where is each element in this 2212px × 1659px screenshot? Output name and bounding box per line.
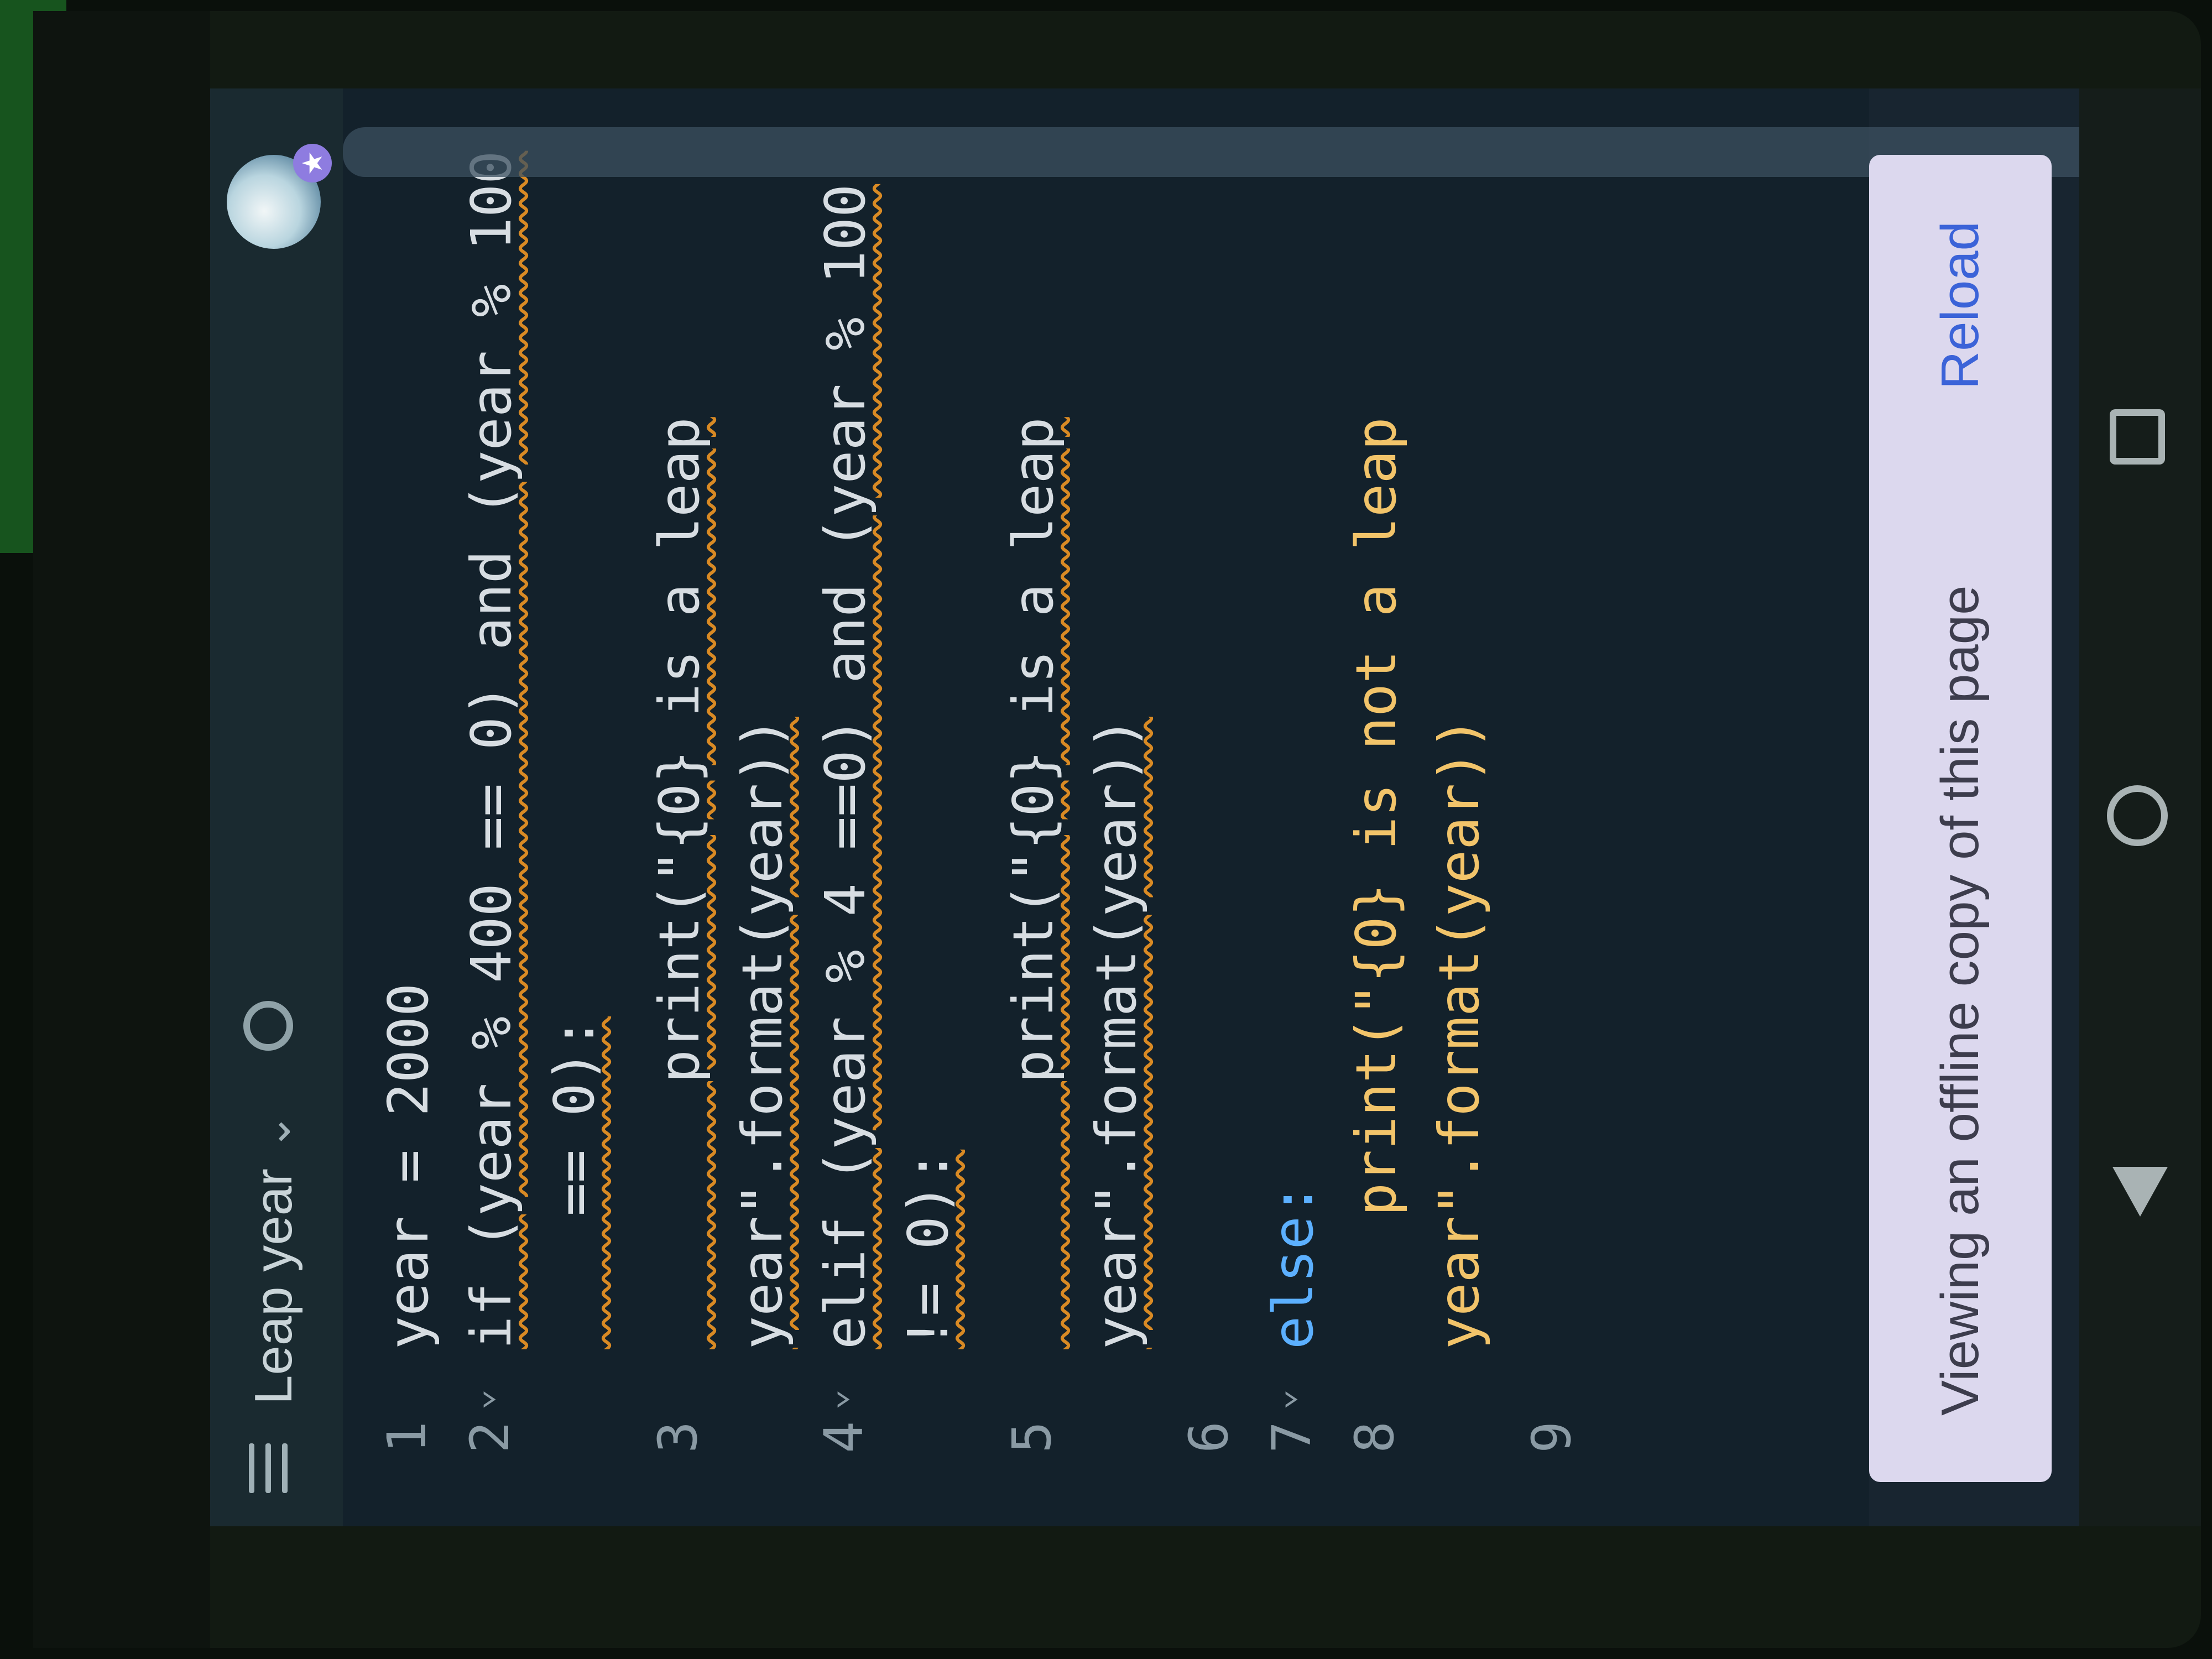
code-line-wrap: year".format(year)) xyxy=(1084,199,1167,1526)
phone-body: Leap year ⌄ ★ 1 year = 2000 2 ⌄ if (year… xyxy=(33,11,2201,1648)
line-number: 9 xyxy=(1521,1421,1583,1453)
file-title[interactable]: Leap year xyxy=(243,1168,304,1405)
fold-chevron-icon[interactable]: ⌄ xyxy=(459,1389,500,1410)
line-number: 1 xyxy=(376,1421,438,1453)
code-text[interactable]: year".format(year)) xyxy=(1084,717,1149,1349)
code-line-wrap: != 0): xyxy=(896,199,979,1526)
line-number: 3 xyxy=(647,1421,709,1453)
line-number: 2 xyxy=(459,1421,521,1453)
home-circle-icon[interactable] xyxy=(2107,785,2168,846)
code-line: 3 print("{0} is a leap xyxy=(647,199,730,1526)
avatar-badge-icon: ★ xyxy=(293,144,332,182)
code-text[interactable]: else: xyxy=(1261,1183,1326,1349)
sync-icon[interactable] xyxy=(243,1001,293,1051)
offline-banner: Viewing an offline copy of this page Rel… xyxy=(1869,155,2052,1482)
code-text[interactable]: if (year % 400 == 0) and (year % 100 xyxy=(459,151,524,1349)
fold-chevron-icon[interactable]: ⌄ xyxy=(1261,1389,1302,1410)
code-line-wrap: year".format(year)) xyxy=(1427,199,1510,1526)
code-editor[interactable]: 1 year = 2000 2 ⌄ if (year % 400 == 0) a… xyxy=(343,88,1869,1526)
fold-chevron-icon[interactable]: ⌄ xyxy=(813,1389,854,1410)
code-line-wrap: year".format(year)) xyxy=(730,199,813,1526)
code-text[interactable]: year".format(year)) xyxy=(1427,717,1491,1349)
code-text[interactable]: year".format(year)) xyxy=(730,717,795,1349)
line-number: 7 xyxy=(1261,1421,1323,1453)
back-triangle-icon[interactable] xyxy=(2112,1167,2168,1217)
code-line: 5 print("{0} is a leap xyxy=(1001,199,1084,1526)
code-line: 1 year = 2000 xyxy=(376,199,459,1526)
code-text[interactable]: print("{0} is not a leap xyxy=(1344,417,1408,1349)
chevron-down-icon[interactable]: ⌄ xyxy=(249,1113,300,1150)
code-text[interactable]: == 0): xyxy=(542,1016,607,1349)
status-bar xyxy=(33,11,210,1648)
reload-button[interactable]: Reload xyxy=(1930,221,1991,389)
rotated-screen: Leap year ⌄ ★ 1 year = 2000 2 ⌄ if (year… xyxy=(210,88,2201,1526)
line-number: 8 xyxy=(1344,1421,1406,1453)
recent-apps-square-icon[interactable] xyxy=(2110,409,2165,465)
code-line: 7 ⌄ else: xyxy=(1261,199,1344,1526)
line-number: 4 xyxy=(813,1421,875,1453)
code-text[interactable]: print("{0} is a leap xyxy=(647,417,712,1349)
line-number: 6 xyxy=(1178,1421,1240,1453)
code-line-wrap: == 0): xyxy=(542,199,625,1526)
code-text[interactable]: != 0): xyxy=(896,1150,961,1349)
code-line: 2 ⌄ if (year % 400 == 0) and (year % 100 xyxy=(459,151,542,1526)
code-line: 9 xyxy=(1521,199,1604,1526)
app-header: Leap year ⌄ ★ xyxy=(210,88,343,1526)
photo-stage: Leap year ⌄ ★ 1 year = 2000 2 ⌄ if (year… xyxy=(0,0,2212,1659)
line-number: 5 xyxy=(1001,1421,1063,1453)
code-line: 8 print("{0} is not a leap xyxy=(1344,199,1427,1526)
code-line: 6 xyxy=(1178,199,1261,1526)
phone-screen: Leap year ⌄ ★ 1 year = 2000 2 ⌄ if (year… xyxy=(210,88,2201,1526)
hamburger-menu-icon[interactable] xyxy=(249,1443,293,1493)
system-nav-bar xyxy=(2079,88,2201,1526)
code-line: 4 ⌄ elif (year % 4 ==0) and (year % 100 xyxy=(813,184,896,1526)
offline-message: Viewing an offline copy of this page xyxy=(1931,585,1990,1416)
code-text[interactable]: elif (year % 4 ==0) and (year % 100 xyxy=(813,184,878,1349)
code-text[interactable]: print("{0} is a leap xyxy=(1001,417,1066,1349)
code-text[interactable]: year = 2000 xyxy=(376,983,441,1349)
